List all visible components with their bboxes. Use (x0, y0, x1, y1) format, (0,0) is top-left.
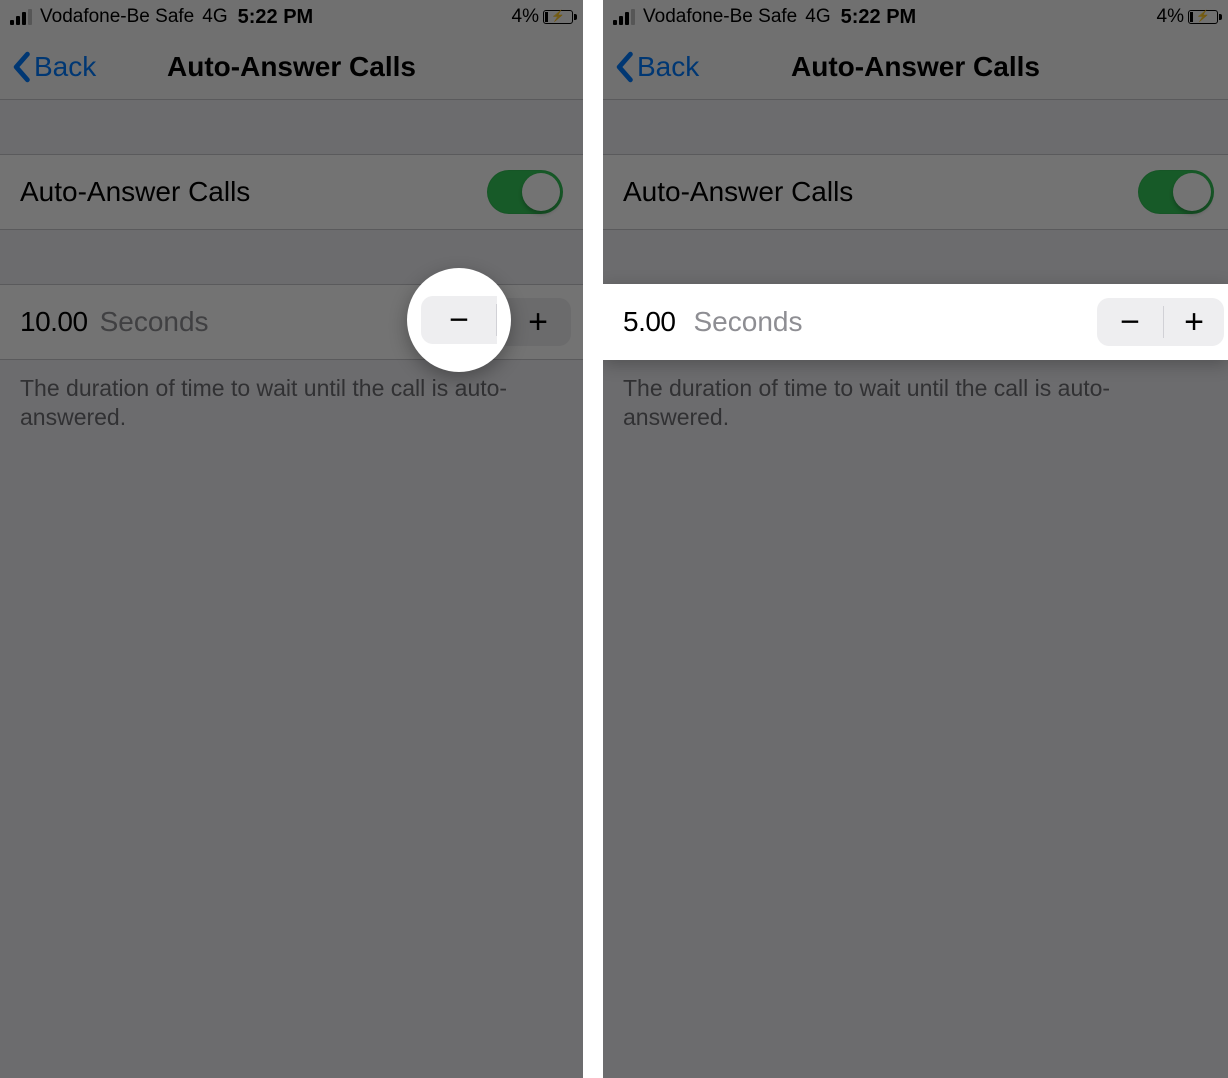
screenshot-gap (583, 0, 603, 1078)
toggle-label: Auto-Answer Calls (623, 176, 853, 208)
page-title: Auto-Answer Calls (0, 51, 583, 83)
footer-description: The duration of time to wait until the c… (603, 360, 1228, 432)
decrement-button-highlight[interactable]: − (421, 296, 497, 344)
section-spacer (603, 100, 1228, 154)
spotlight-circle: − (407, 268, 511, 372)
decrement-button[interactable]: − (1097, 298, 1163, 346)
status-bar: Vodafone-Be Safe 4G 5:22 PM 4% ⚡ (603, 0, 1228, 34)
increment-button[interactable]: + (1164, 298, 1224, 346)
battery-icon: ⚡ (1188, 10, 1218, 24)
auto-answer-toggle-row[interactable]: Auto-Answer Calls (0, 154, 583, 230)
carrier-label: Vodafone-Be Safe (40, 6, 194, 28)
auto-answer-toggle-row[interactable]: Auto-Answer Calls (603, 154, 1228, 230)
carrier-label: Vodafone-Be Safe (643, 6, 797, 28)
section-spacer (603, 230, 1228, 284)
clock: 5:22 PM (238, 6, 314, 29)
section-spacer (0, 230, 583, 284)
increment-button[interactable]: + (505, 298, 571, 346)
seconds-stepper: − + (1097, 298, 1224, 346)
signal-icon (613, 9, 635, 25)
battery-percent: 4% (512, 6, 539, 28)
seconds-value: 5.00 (623, 306, 676, 338)
seconds-unit: Seconds (100, 306, 209, 338)
nav-bar: Back Auto-Answer Calls (0, 34, 583, 100)
stepper-row-highlight: 5.00 Seconds − + (603, 284, 1228, 360)
page-title: Auto-Answer Calls (603, 51, 1228, 83)
screenshot-right: Vodafone-Be Safe 4G 5:22 PM 4% ⚡ Back Au… (603, 0, 1228, 1078)
footer-description: The duration of time to wait until the c… (0, 360, 583, 432)
network-label: 4G (805, 6, 830, 28)
nav-bar: Back Auto-Answer Calls (603, 34, 1228, 100)
seconds-value: 10.00 (20, 306, 88, 338)
seconds-unit: Seconds (694, 306, 803, 338)
status-bar: Vodafone-Be Safe 4G 5:22 PM 4% ⚡ (0, 0, 583, 34)
battery-icon: ⚡ (543, 10, 573, 24)
auto-answer-toggle[interactable] (487, 170, 563, 214)
side-by-side-screenshots: Vodafone-Be Safe 4G 5:22 PM 4% ⚡ Back Au… (0, 0, 1228, 1078)
toggle-label: Auto-Answer Calls (20, 176, 250, 208)
clock: 5:22 PM (841, 6, 917, 29)
toggle-knob (1173, 173, 1211, 211)
network-label: 4G (202, 6, 227, 28)
signal-icon (10, 9, 32, 25)
section-spacer (0, 100, 583, 154)
auto-answer-toggle[interactable] (1138, 170, 1214, 214)
battery-percent: 4% (1157, 6, 1184, 28)
toggle-knob (522, 173, 560, 211)
screenshot-left: Vodafone-Be Safe 4G 5:22 PM 4% ⚡ Back Au… (0, 0, 583, 1078)
